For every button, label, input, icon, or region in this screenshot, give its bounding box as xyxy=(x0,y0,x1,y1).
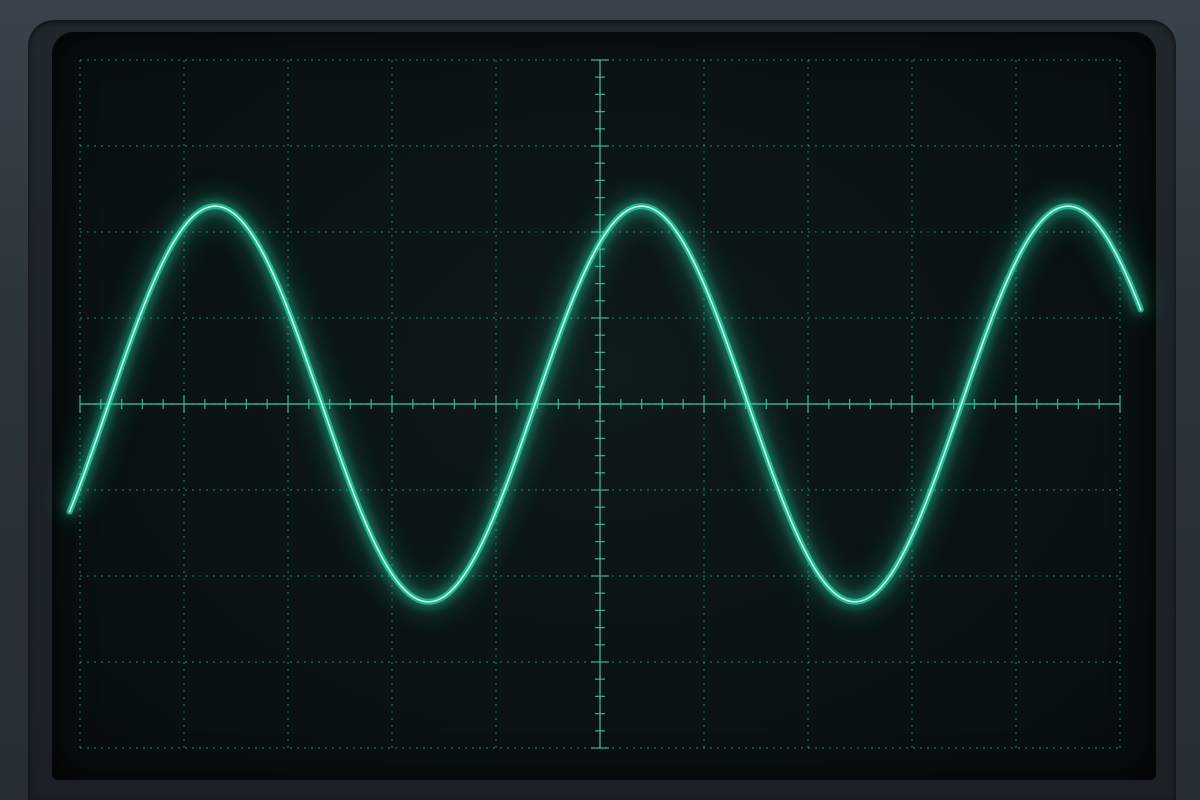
oscilloscope-display xyxy=(63,59,1148,749)
